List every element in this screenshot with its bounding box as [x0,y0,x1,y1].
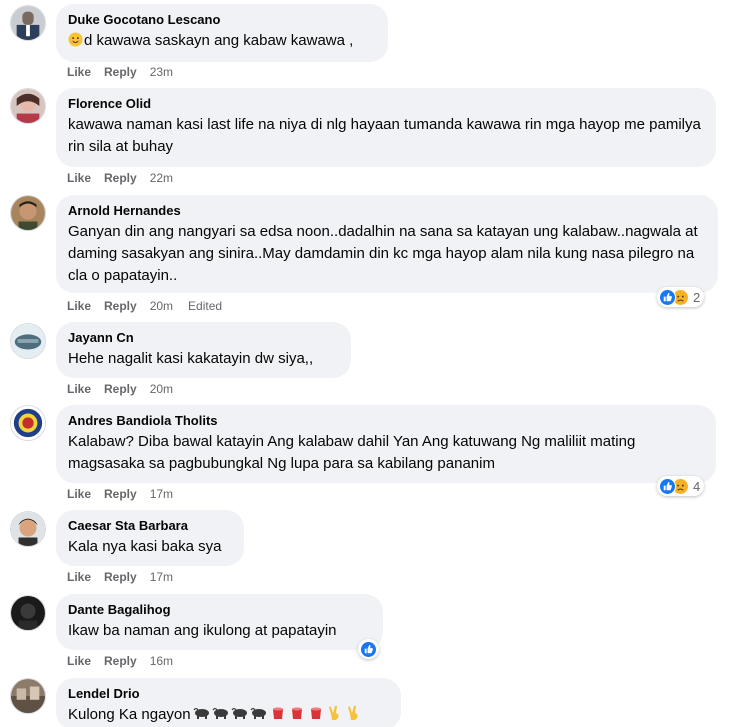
comment-author[interactable]: Florence Olid [68,96,704,112]
timestamp[interactable]: 23m [150,65,173,79]
timestamp[interactable]: 17m [150,570,173,584]
comment-bubble: Jayann Cn Hehe nagalit kasi kakatayin dw… [56,322,351,378]
comment-actions: Like Reply 23m [67,65,186,79]
like-link[interactable]: Like [67,487,91,501]
reply-link[interactable]: Reply [104,570,137,584]
water-buffalo-icon [231,707,247,719]
comment-actions: Like Reply 17m [67,570,186,584]
emoji-sequence [193,705,363,721]
comment-text: Hehe nagalit kasi kakatayin dw siya,, [68,350,314,367]
victory-hand-icon [347,705,358,720]
comment-text: kawawa naman kasi last life na niya di n… [68,116,701,155]
comment-bubble: Duke Gocotano Lescano d kawawa saskayn a… [56,4,388,62]
avatar[interactable] [10,5,46,41]
reply-link[interactable]: Reply [104,654,137,668]
like-link[interactable]: Like [67,65,91,79]
comment-author[interactable]: Jayann Cn [68,330,339,346]
timestamp[interactable]: 20m [150,299,173,313]
timestamp[interactable]: 16m [150,654,173,668]
reaction-count: 2 [693,289,701,305]
comment-text: Kalabaw? Diba bawal katayin Ang kalabaw … [68,433,636,472]
avatar[interactable] [10,323,46,359]
comment-text: Ikaw ba naman ang ikulong at papatayin [68,622,337,639]
comment-text: d kawawa saskayn ang kabaw kawawa , [68,30,376,52]
comment-text-body: d kawawa saskayn ang kabaw kawawa , [84,32,354,49]
reaction-summary[interactable] [358,639,379,659]
comment-bubble: Caesar Sta Barbara Kala nya kasi baka sy… [56,510,244,566]
comment-author[interactable]: Lendel Drio [68,686,389,702]
comment-actions: Like Reply 22m [67,171,186,185]
like-link[interactable]: Like [67,654,91,668]
comment-bubble: Lendel Drio Kulong Ka ngayon [56,678,401,727]
comment-text: Kulong Ka ngayon [68,704,389,726]
avatar[interactable] [10,595,46,631]
reply-link[interactable]: Reply [104,382,137,396]
comment-bubble: Florence Olid kawawa naman kasi last lif… [56,88,716,167]
comment-bubble: Arnold Hernandes Ganyan din ang nangyari… [56,195,718,293]
water-buffalo-icon [212,707,228,719]
water-buffalo-icon [193,707,209,719]
comment-author[interactable]: Duke Gocotano Lescano [68,12,376,28]
avatar[interactable] [10,195,46,231]
smiling-face-icon [68,32,83,47]
meat-icon [291,707,302,719]
avatar[interactable] [10,88,46,124]
comment-author[interactable]: Andres Bandiola Tholits [68,413,704,429]
timestamp[interactable]: 20m [150,382,173,396]
comment-actions: Like Reply 16m [67,654,186,668]
comment-bubble: Dante Bagalihog Ikaw ba naman ang ikulon… [56,594,383,650]
victory-hand-icon [328,705,339,720]
like-link[interactable]: Like [67,570,91,584]
comment-actions: Like Reply 20m Edited [67,299,235,313]
edited-label[interactable]: Edited [188,299,222,313]
avatar[interactable] [10,678,46,714]
like-link[interactable]: Like [67,382,91,396]
comment-actions: Like Reply 20m [67,382,186,396]
like-reaction-icon [360,640,377,658]
reaction-summary[interactable]: 2 [657,287,705,307]
comment-author[interactable]: Dante Bagalihog [68,602,371,618]
comment-text: Kala nya kasi baka sya [68,538,222,555]
reaction-summary[interactable]: 4 [657,476,705,496]
like-link[interactable]: Like [67,299,91,313]
like-reaction-icon [659,288,676,306]
comment-text: Ganyan din ang nangyari sa edsa noon..da… [68,223,698,284]
reply-link[interactable]: Reply [104,65,137,79]
avatar[interactable] [10,405,46,441]
meat-icon [272,707,283,719]
comment-author[interactable]: Arnold Hernandes [68,203,706,219]
comment-text-body: Kulong Ka ngayon [68,706,191,723]
reply-link[interactable]: Reply [104,171,137,185]
water-buffalo-icon [250,707,266,719]
timestamp[interactable]: 22m [150,171,173,185]
reaction-count: 4 [693,478,701,494]
like-reaction-icon [659,477,676,495]
avatar[interactable] [10,511,46,547]
comment-bubble: Andres Bandiola Tholits Kalabaw? Diba ba… [56,405,716,483]
like-link[interactable]: Like [67,171,91,185]
reply-link[interactable]: Reply [104,299,137,313]
timestamp[interactable]: 17m [150,487,173,501]
comment-actions: Like Reply 17m [67,487,186,501]
comment-author[interactable]: Caesar Sta Barbara [68,518,232,534]
meat-icon [310,707,321,719]
reply-link[interactable]: Reply [104,487,137,501]
